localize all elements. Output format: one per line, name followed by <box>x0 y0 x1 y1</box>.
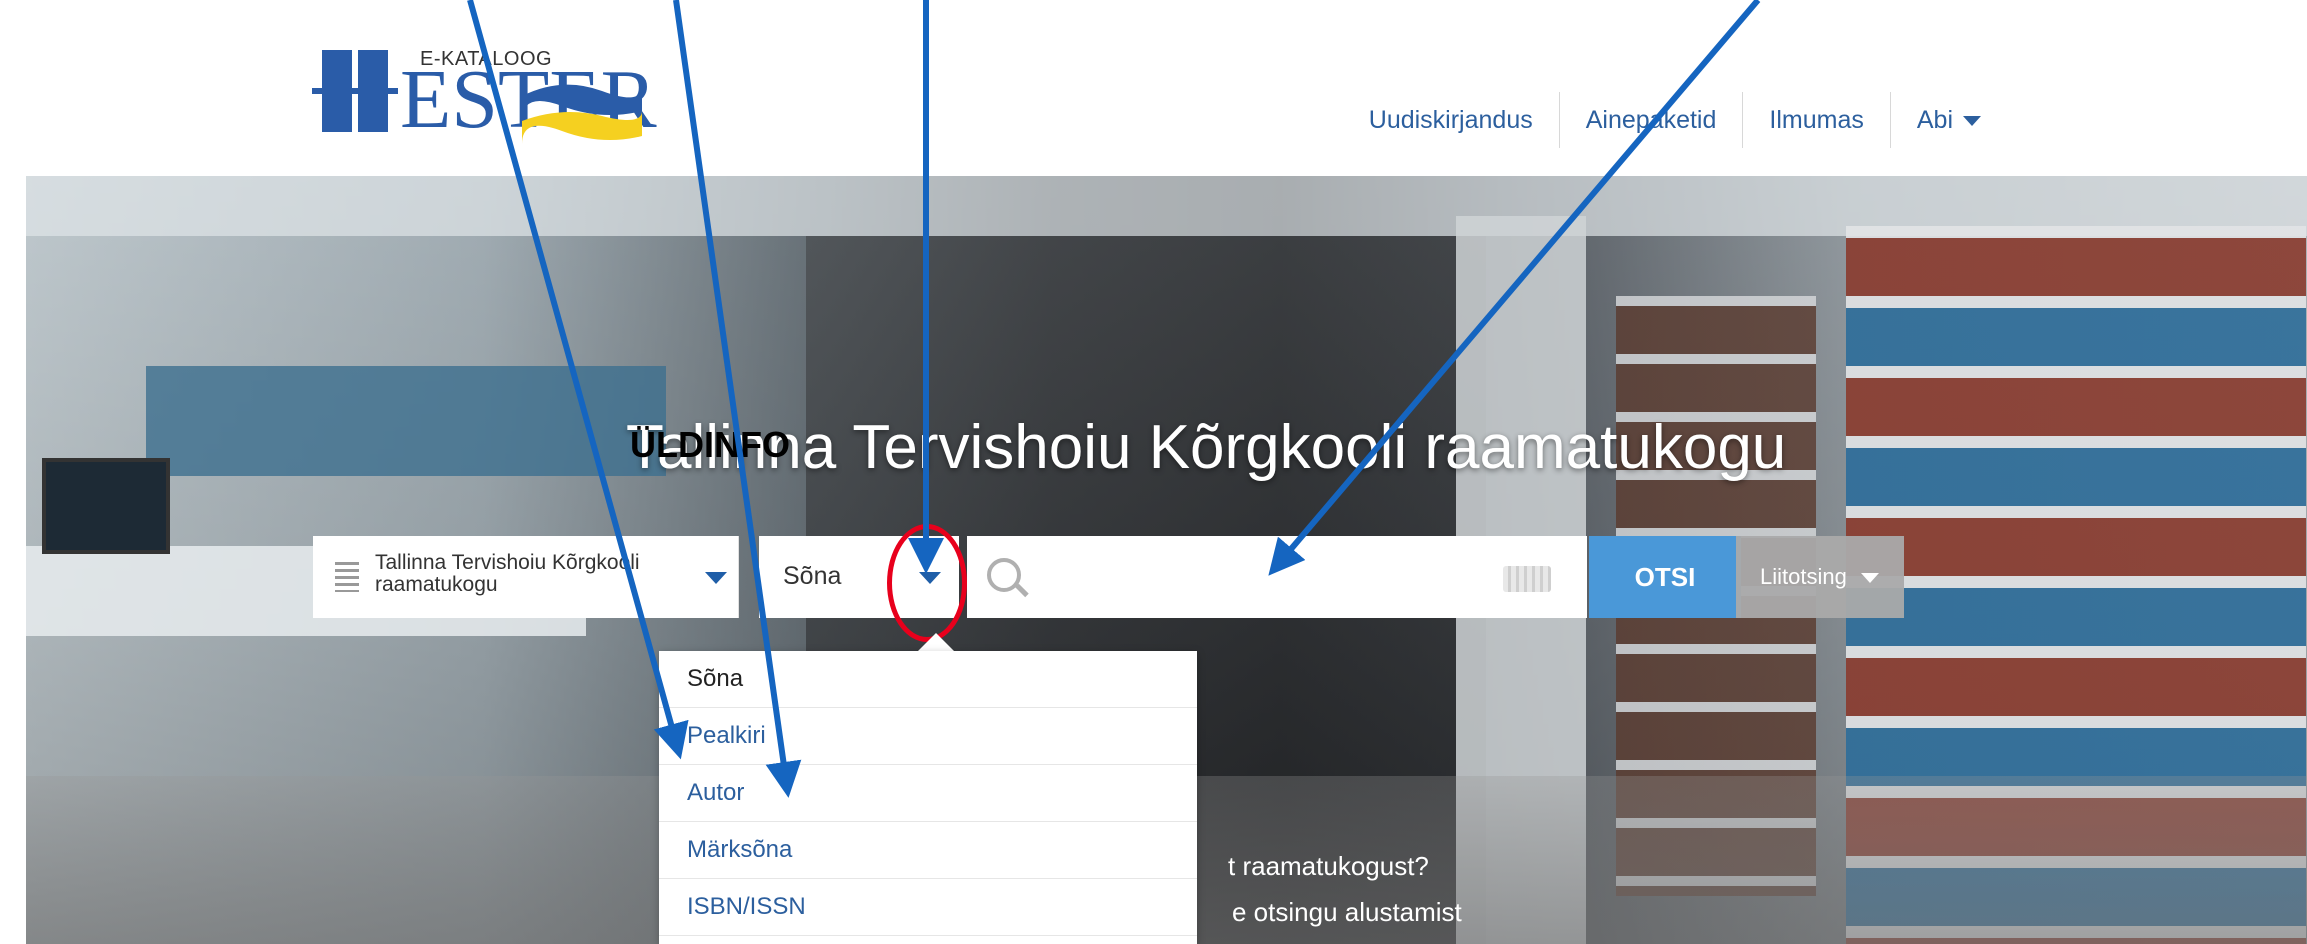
nav-item-uudiskirjandus[interactable]: Uudiskirjandus <box>1343 92 1559 148</box>
hero-info-line: e otsingu alustamist <box>1232 897 1462 927</box>
library-select-label: Tallinna Tervishoiu Kõrgkooli raamatukog… <box>375 551 640 596</box>
nav-item-ainepaketid[interactable]: Ainepaketid <box>1558 92 1743 148</box>
hero-title: Tallinna Tervishoiu Kõrgkooli raamatukog… <box>626 413 1787 482</box>
hero-info-tag[interactable]: ÜLDINFO <box>630 424 790 466</box>
chevron-down-icon <box>1963 116 1981 127</box>
hero-window <box>146 366 666 476</box>
hero-monitor <box>42 458 170 554</box>
dropdown-option-isbn-issn[interactable]: ISBN/ISSN <box>659 879 1197 936</box>
nav-item-abi[interactable]: Abi <box>1889 92 2007 148</box>
keyboard-icon[interactable] <box>1503 566 1551 592</box>
search-button[interactable]: OTSI <box>1589 536 1741 618</box>
dropdown-option-autor[interactable]: Autor <box>659 765 1197 822</box>
dropdown-option-pealkiri[interactable]: Pealkiri <box>659 708 1197 765</box>
logo-flag-icon <box>522 84 642 144</box>
list-icon <box>335 562 359 592</box>
search-field[interactable] <box>967 536 1587 618</box>
dropdown-pointer <box>918 633 954 651</box>
nav-item-ilmumas[interactable]: Ilmumas <box>1742 92 1889 148</box>
library-select[interactable]: Tallinna Tervishoiu Kõrgkooli raamatukog… <box>313 536 739 618</box>
dropdown-option-marksona[interactable]: Märksõna <box>659 822 1197 879</box>
search-icon <box>987 558 1021 592</box>
search-input[interactable] <box>1037 550 1481 606</box>
search-type-label: Sõna <box>783 562 842 590</box>
logo-emblem-icon <box>312 50 398 132</box>
search-type-dropdown: Sõna Pealkiri Autor Märksõna ISBN/ISSN <box>659 651 1197 944</box>
advanced-search-button[interactable]: Liitotsing <box>1736 536 1904 618</box>
main-nav: Uudiskirjandus Ainepaketid Ilmumas Abi <box>1343 92 2007 148</box>
chevron-down-icon <box>705 572 727 584</box>
hero-info-line: t raamatukogust? <box>1228 851 1429 881</box>
dropdown-option-sona[interactable]: Sõna <box>659 651 1197 708</box>
annotation-circle <box>887 524 967 642</box>
ester-logo[interactable]: E-KATALOOG ESTER <box>312 36 657 146</box>
site-header: E-KATALOOG ESTER Uudiskirjandus Ainepake… <box>0 0 2307 176</box>
chevron-down-icon <box>1860 573 1879 584</box>
search-bar: Tallinna Tervishoiu Kõrgkooli raamatukog… <box>313 524 1904 642</box>
